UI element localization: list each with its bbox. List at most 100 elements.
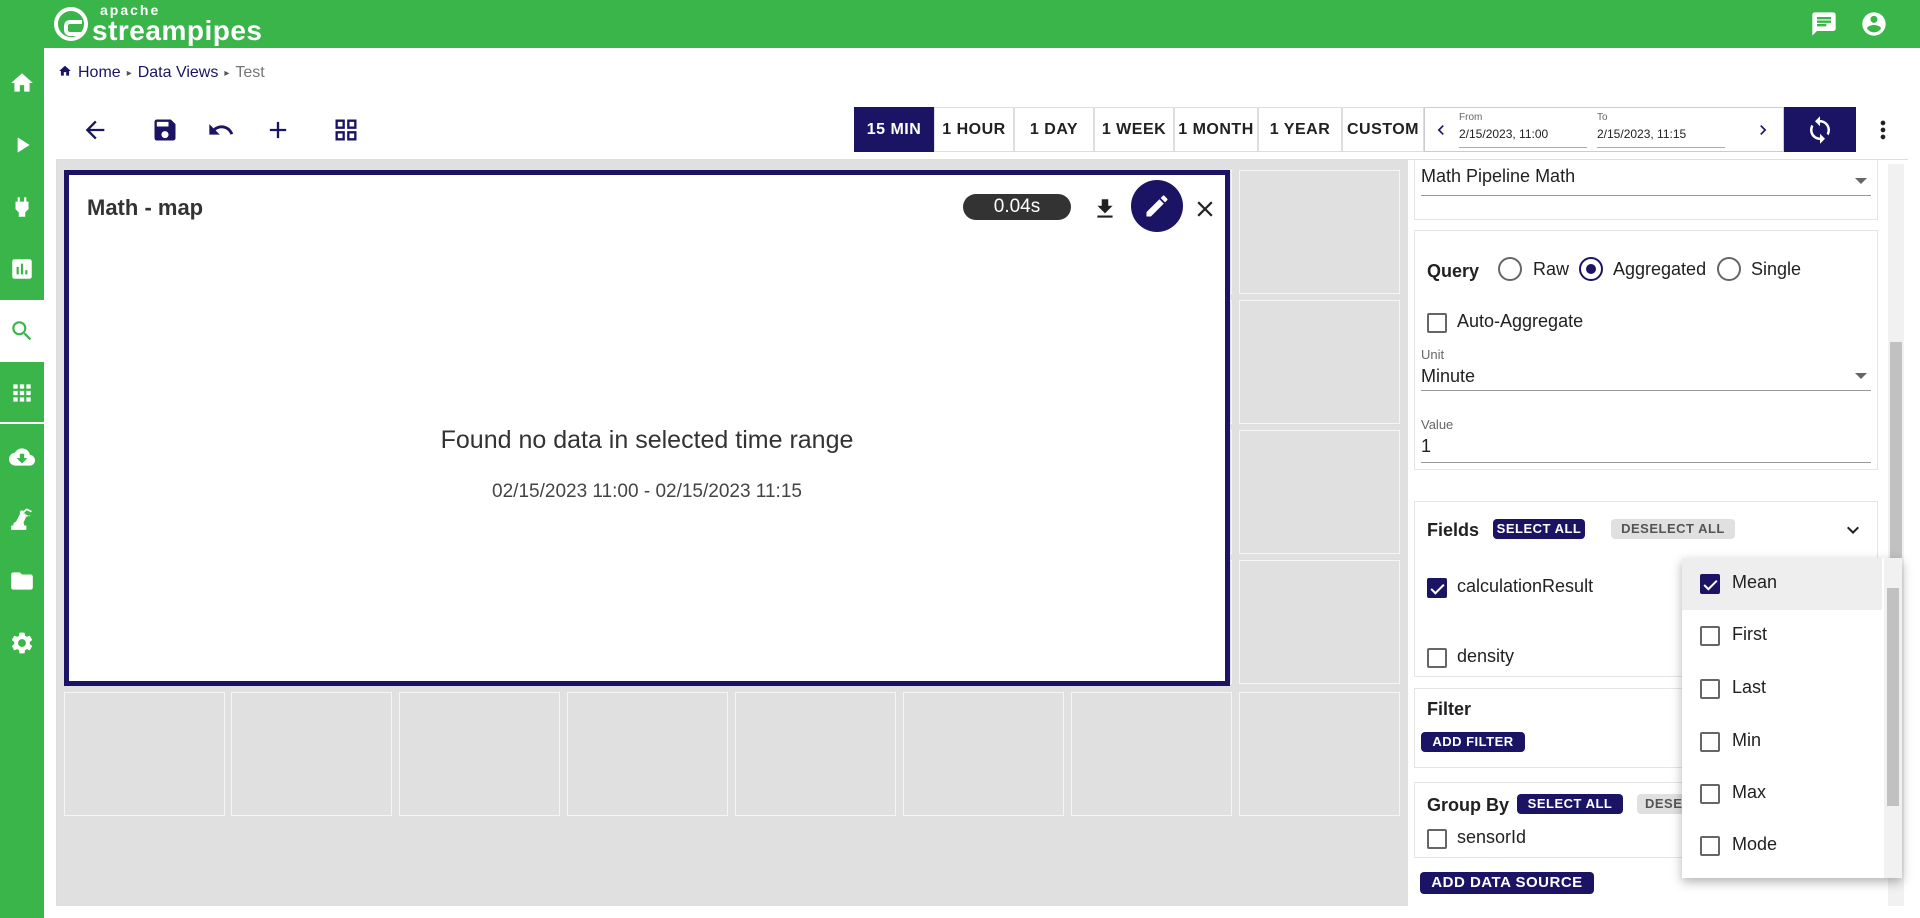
date-range-picker: From 2/15/2023, 11:00 To 2/15/2023, 11:1…	[1424, 107, 1784, 152]
unit-select[interactable]: Unit Minute	[1421, 347, 1871, 391]
sidebar-data-explorer-icon[interactable]	[0, 300, 44, 362]
agg-option-first[interactable]: First	[1682, 610, 1882, 662]
layout-grid-icon[interactable]	[329, 113, 363, 147]
grid-cell	[231, 692, 392, 816]
query-aggregated-radio[interactable]	[1579, 257, 1603, 281]
range-15min-button[interactable]: 15 MIN	[854, 107, 934, 152]
query-single-radio[interactable]	[1717, 257, 1741, 281]
sidebar-apps-icon[interactable]	[0, 362, 44, 424]
field-density-checkbox[interactable]	[1427, 648, 1447, 668]
account-icon[interactable]	[1860, 10, 1888, 38]
top-bar	[0, 0, 1920, 48]
grid-cell	[1071, 692, 1232, 816]
sidebar-home-icon[interactable]	[0, 52, 44, 114]
sidebar-settings-icon[interactable]	[0, 612, 44, 674]
add-data-source-button[interactable]: ADD DATA SOURCE	[1420, 872, 1594, 894]
range-1month-button[interactable]: 1 MONTH	[1174, 107, 1258, 152]
agg-first-checkbox[interactable]	[1700, 626, 1720, 646]
agg-option-mean[interactable]: Mean	[1682, 558, 1882, 610]
agg-min-checkbox[interactable]	[1700, 732, 1720, 752]
grid-cell	[903, 692, 1064, 816]
breadcrumb-separator-icon: ▸	[126, 67, 132, 79]
agg-option-last[interactable]: Last	[1682, 663, 1882, 715]
sidebar-files-icon[interactable]	[0, 550, 44, 612]
agg-max-checkbox[interactable]	[1700, 784, 1720, 804]
add-widget-icon[interactable]	[261, 113, 295, 147]
breadcrumb-data-views[interactable]: Data Views	[138, 64, 219, 82]
query-raw-radio[interactable]	[1498, 257, 1522, 281]
aggregation-dropdown: Mean First Last Min Max Mode	[1682, 558, 1902, 878]
no-data-range: 02/15/2023 11:00 - 02/15/2023 11:15	[492, 481, 802, 502]
data-source-card: Math Pipeline Math	[1414, 160, 1878, 220]
agg-first-label: First	[1732, 624, 1767, 644]
pipeline-caret-icon	[1855, 178, 1867, 184]
sidebar-robot-arm-icon[interactable]	[0, 488, 44, 550]
home-crumb-icon[interactable]	[58, 64, 72, 83]
add-filter-button[interactable]: ADD FILTER	[1421, 732, 1525, 752]
date-prev-icon[interactable]	[1431, 120, 1451, 145]
grid-cell	[1239, 560, 1400, 684]
breadcrumb-home[interactable]: Home	[78, 64, 121, 82]
more-options-icon[interactable]	[1866, 113, 1900, 147]
value-label: Value	[1421, 417, 1454, 432]
value-input[interactable]: Value 1	[1421, 417, 1871, 463]
refresh-button[interactable]	[1784, 107, 1856, 152]
breadcrumb-separator-icon: ▸	[224, 67, 230, 79]
logo-mark-icon	[54, 7, 88, 41]
date-from-label: From	[1459, 112, 1483, 123]
widget-card[interactable]: Math - map 0.04s Found no data in select…	[64, 170, 1230, 686]
group-by-sensorid-checkbox[interactable]	[1427, 829, 1447, 849]
group-by-label: Group By	[1427, 795, 1510, 815]
grid-cell	[735, 692, 896, 816]
streampipes-logo[interactable]: apache streampipes	[54, 3, 262, 45]
fields-select-all-button[interactable]: SELECT ALL	[1493, 519, 1585, 539]
edit-widget-button[interactable]	[1131, 180, 1183, 232]
agg-last-label: Last	[1732, 677, 1767, 697]
back-icon[interactable]	[78, 113, 112, 147]
group-by-select-all-button[interactable]: SELECT ALL	[1517, 794, 1623, 814]
date-to-field[interactable]: To 2/15/2023, 11:15	[1597, 112, 1725, 148]
range-1week-button[interactable]: 1 WEEK	[1094, 107, 1174, 152]
group-by-sensorid-label: sensorId	[1457, 827, 1527, 847]
sidebar-pipelines-icon[interactable]	[0, 114, 44, 176]
save-icon[interactable]	[148, 113, 182, 147]
fields-deselect-all-button[interactable]: DESELECT ALL	[1611, 519, 1735, 539]
field-calculationresult-checkbox[interactable]	[1427, 578, 1447, 598]
unit-caret-icon	[1855, 373, 1867, 379]
agg-option-mode[interactable]: Mode	[1682, 820, 1882, 872]
widget-title: Math - map	[87, 195, 204, 220]
panel-scrollbar-thumb[interactable]	[1890, 342, 1902, 562]
field-calculationresult-label: calculationResult	[1457, 576, 1594, 596]
pipeline-select[interactable]: Math Pipeline Math	[1421, 166, 1871, 196]
agg-option-min[interactable]: Min	[1682, 716, 1882, 768]
agg-last-checkbox[interactable]	[1700, 679, 1720, 699]
auto-aggregate-checkbox[interactable]	[1427, 313, 1447, 333]
date-to-value: 2/15/2023, 11:15	[1597, 127, 1687, 141]
range-custom-button[interactable]: CUSTOM	[1342, 107, 1424, 152]
feedback-icon[interactable]	[1810, 10, 1838, 38]
agg-mode-checkbox[interactable]	[1700, 836, 1720, 856]
sidebar-connect-icon[interactable]	[0, 176, 44, 238]
agg-option-max[interactable]: Max	[1682, 768, 1882, 820]
sidebar-install-icon[interactable]	[0, 426, 44, 488]
sidebar	[0, 48, 44, 918]
breadcrumb: Home ▸ Data Views ▸ Test	[58, 60, 271, 86]
date-next-icon[interactable]	[1753, 120, 1773, 145]
close-widget-icon[interactable]	[1191, 195, 1219, 223]
dropdown-scrollbar-thumb[interactable]	[1887, 588, 1899, 806]
undo-icon[interactable]	[204, 113, 238, 147]
grid-cell	[567, 692, 728, 816]
range-1day-button[interactable]: 1 DAY	[1014, 107, 1094, 152]
range-1hour-button[interactable]: 1 HOUR	[934, 107, 1014, 152]
date-from-field[interactable]: From 2/15/2023, 11:00	[1459, 112, 1587, 148]
range-1year-button[interactable]: 1 YEAR	[1258, 107, 1342, 152]
agg-mean-checkbox[interactable]	[1700, 574, 1720, 594]
download-icon[interactable]	[1091, 195, 1119, 223]
sidebar-dashboard-icon[interactable]	[0, 238, 44, 300]
agg-max-label: Max	[1732, 782, 1767, 802]
no-data-message: Found no data in selected time range	[440, 426, 854, 454]
unit-label: Unit	[1421, 347, 1445, 362]
date-from-value: 2/15/2023, 11:00	[1459, 127, 1549, 141]
grid-cell	[1239, 430, 1400, 554]
fields-expand-icon[interactable]	[1841, 518, 1865, 547]
